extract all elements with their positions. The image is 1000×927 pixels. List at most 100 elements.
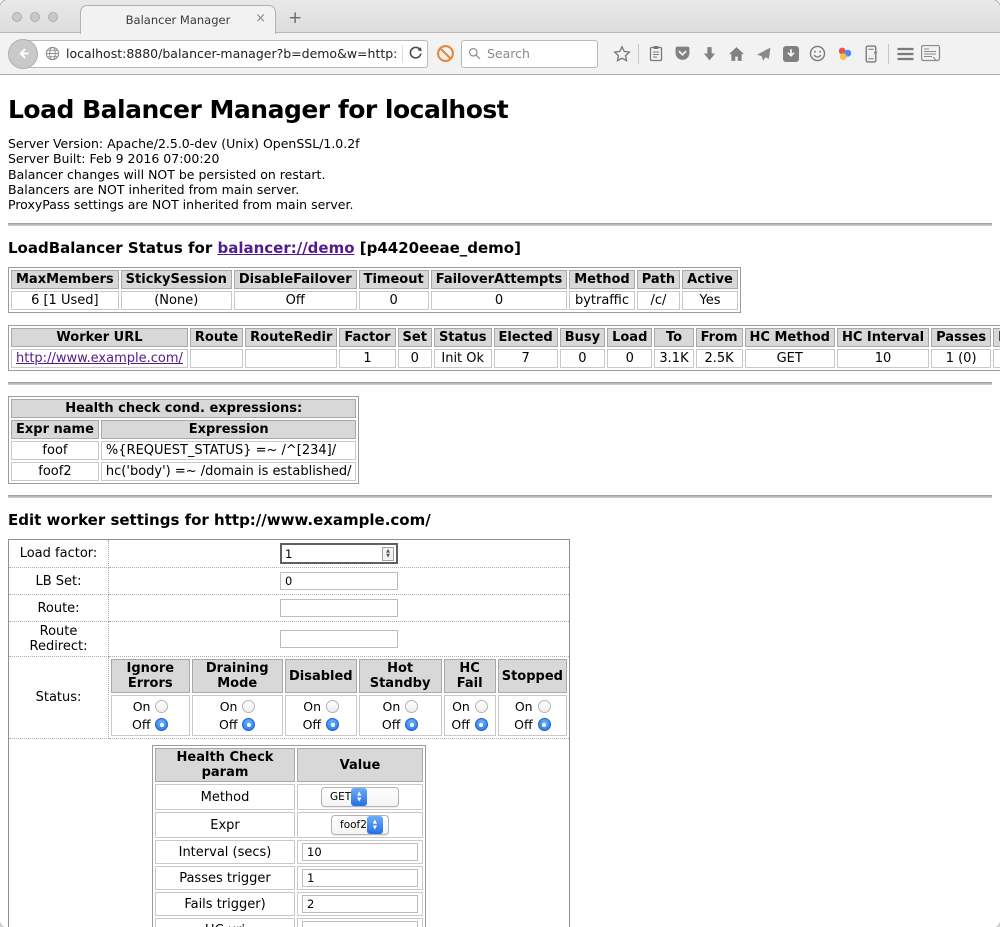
number-stepper-icon[interactable]: ▲▼ xyxy=(382,547,394,561)
radio-off-label: Off xyxy=(382,717,400,732)
status-heading-prefix: LoadBalancer Status for xyxy=(8,239,217,257)
cell: (None) xyxy=(121,291,232,310)
divider xyxy=(8,495,992,498)
feedback-smiley-icon[interactable] xyxy=(804,39,831,69)
tiles-icon[interactable] xyxy=(919,39,943,69)
back-icon xyxy=(16,46,31,61)
save-page-icon[interactable] xyxy=(777,39,804,69)
worker-url-link[interactable]: http://www.example.com/ xyxy=(16,351,183,366)
radio-off[interactable] xyxy=(538,718,551,731)
form-row: Load factor: ▲▼ xyxy=(9,540,570,568)
expression-cell: %{REQUEST_STATUS} =~ /^[234]/ xyxy=(101,441,357,460)
status-cell: OnOff xyxy=(111,695,190,736)
reload-icon[interactable] xyxy=(408,46,423,61)
select-stepper-icon[interactable]: ▲▼ xyxy=(367,816,383,834)
radio-off-label: Off xyxy=(219,717,237,732)
cell: 7 xyxy=(494,349,558,368)
column-header: From xyxy=(696,328,743,347)
column-header: Stopped xyxy=(498,659,567,693)
browser-tab[interactable]: Balancer Manager × xyxy=(80,5,276,34)
expr-select[interactable]: foof2▲▼ xyxy=(331,815,389,835)
cell: bytraffic xyxy=(569,291,634,310)
status-cell: OnOff xyxy=(444,695,496,736)
radio-on[interactable] xyxy=(475,700,488,713)
radio-off-label: Off xyxy=(514,717,532,732)
radio-on[interactable] xyxy=(242,700,255,713)
table-row: Interval (secs) xyxy=(155,840,423,864)
titlebar: Balancer Manager × + xyxy=(0,0,1000,33)
hc-param-label: Passes trigger xyxy=(155,866,295,890)
method-select[interactable]: GET▲▼ xyxy=(321,787,399,807)
back-button[interactable] xyxy=(8,39,38,69)
radio-on[interactable] xyxy=(538,700,551,713)
select-stepper-icon[interactable]: ▲▼ xyxy=(351,788,367,806)
status-cell: OnOff xyxy=(285,695,357,736)
hc-param-label: Method xyxy=(155,784,295,810)
new-tab-button[interactable]: + xyxy=(288,8,302,28)
radio-off-label: Off xyxy=(451,717,469,732)
radio-group: OnOff xyxy=(303,699,339,732)
hc-param-value: foof2▲▼ xyxy=(297,812,423,838)
send-icon[interactable] xyxy=(750,39,777,69)
tab-close-icon[interactable]: × xyxy=(255,12,266,26)
column-header: StickySession xyxy=(121,270,232,289)
radio-on[interactable] xyxy=(405,700,418,713)
table-row: Exprfoof2▲▼ xyxy=(155,812,423,838)
radio-off[interactable] xyxy=(405,718,418,731)
block-icon[interactable] xyxy=(436,44,455,63)
column-header: FailoverAttempts xyxy=(431,270,568,289)
bookmark-star-icon[interactable] xyxy=(608,39,635,69)
radio-on[interactable] xyxy=(155,700,168,713)
hc-uri-input[interactable] xyxy=(302,921,418,927)
field-label: Load factor: xyxy=(9,540,109,568)
column-header: Fails xyxy=(993,328,1000,347)
interval-secs--input[interactable] xyxy=(302,843,418,861)
zoom-window-icon[interactable] xyxy=(48,12,58,22)
intro-line: Server Version: Apache/2.5.0-dev (Unix) … xyxy=(8,136,992,151)
pocket-icon[interactable] xyxy=(669,39,696,69)
load-factor-input[interactable]: ▲▼ xyxy=(280,543,398,564)
load-factor-field[interactable] xyxy=(282,547,378,561)
balancer-link[interactable]: balancer://demo xyxy=(217,239,354,257)
hc-param-label: Interval (secs) xyxy=(155,840,295,864)
search-bar[interactable]: Search xyxy=(461,40,598,68)
url-text[interactable]: localhost:8880/balancer-manager?b=demo&w… xyxy=(66,46,397,61)
radio-off[interactable] xyxy=(155,718,168,731)
column-header: HC Method xyxy=(745,328,835,347)
column-header: Factor xyxy=(339,328,395,347)
device-icon[interactable]: ▾ xyxy=(858,39,885,69)
download-icon[interactable] xyxy=(696,39,723,69)
intro-line: Balancers are NOT inherited from main se… xyxy=(8,182,992,197)
radio-off[interactable] xyxy=(242,718,255,731)
color-theme-icon[interactable] xyxy=(831,39,858,69)
window-controls[interactable] xyxy=(12,12,58,22)
selected-value: foof2 xyxy=(340,819,367,831)
radio-off[interactable] xyxy=(326,718,339,731)
cell: 0 xyxy=(359,291,429,310)
close-window-icon[interactable] xyxy=(12,12,22,22)
column-header: Ignore Errors xyxy=(111,659,190,693)
column-header: Elected xyxy=(494,328,558,347)
hc-param-label: HC uri xyxy=(155,918,295,927)
lb-set-input[interactable] xyxy=(280,572,398,590)
url-bar[interactable]: localhost:8880/balancer-manager?b=demo&w… xyxy=(26,40,428,68)
toolbar-divider xyxy=(638,44,639,64)
column-header: HC Fail xyxy=(444,659,496,693)
intro-line: Balancer changes will NOT be persisted o… xyxy=(8,167,992,182)
column-header: Hot Standby xyxy=(359,659,442,693)
route-redirect-input[interactable] xyxy=(280,630,398,648)
column-header: Expr name xyxy=(11,420,99,439)
radio-off[interactable] xyxy=(475,718,488,731)
radio-on[interactable] xyxy=(326,700,339,713)
column-header: Value xyxy=(297,748,423,782)
fails-trigger--input[interactable] xyxy=(302,895,418,913)
status-radio-table: Ignore ErrorsDraining ModeDisabledHot St… xyxy=(109,657,569,738)
passes-trigger-input[interactable] xyxy=(302,869,418,887)
minimize-window-icon[interactable] xyxy=(30,12,40,22)
chevron-down-icon[interactable]: ▾ xyxy=(873,49,877,58)
menu-icon[interactable] xyxy=(892,39,919,69)
home-icon[interactable] xyxy=(723,39,750,69)
table-row: foof2hc('body') =~ /domain is establishe… xyxy=(11,462,356,481)
clipboard-icon[interactable] xyxy=(642,39,669,69)
route-input[interactable] xyxy=(280,599,398,617)
